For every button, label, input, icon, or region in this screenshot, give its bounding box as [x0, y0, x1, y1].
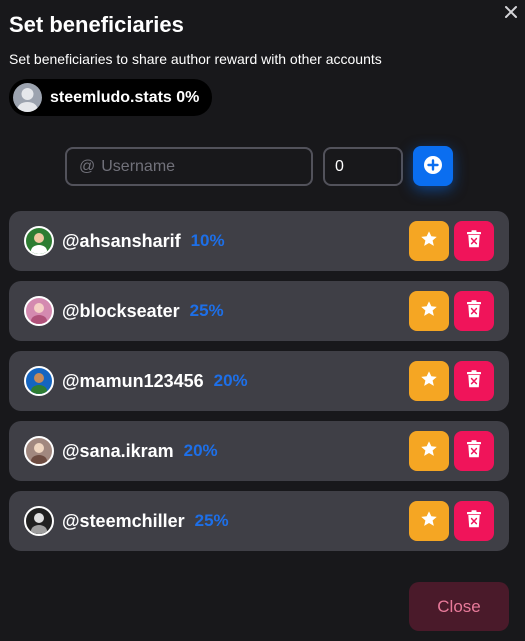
- beneficiaries-dialog: Set beneficiaries Set beneficiaries to s…: [0, 0, 525, 641]
- beneficiary-name: @sana.ikram: [62, 440, 174, 461]
- star-button[interactable]: [409, 431, 449, 471]
- avatar-icon: [24, 366, 54, 396]
- close-icon[interactable]: [503, 4, 519, 20]
- star-button[interactable]: [409, 221, 449, 261]
- star-button[interactable]: [409, 361, 449, 401]
- beneficiary-row: @steemchiller 25%: [9, 491, 509, 551]
- beneficiary-weight: 20%: [183, 441, 218, 460]
- trash-icon: [466, 299, 482, 323]
- beneficiary-list: @ahsansharif 10% @blockseater 25% @mamun…: [9, 211, 509, 561]
- beneficiary-weight: 25%: [194, 511, 229, 530]
- beneficiary-weight: 10%: [190, 231, 225, 250]
- star-icon: [420, 230, 438, 253]
- beneficiary-row: @ahsansharif 10%: [9, 211, 509, 271]
- beneficiary-weight: 25%: [189, 301, 224, 320]
- beneficiary-row: @sana.ikram 20%: [9, 421, 509, 481]
- delete-button[interactable]: [454, 501, 494, 541]
- delete-button[interactable]: [454, 291, 494, 331]
- beneficiary-name: @blockseater: [62, 300, 180, 321]
- star-button[interactable]: [409, 291, 449, 331]
- avatar-icon: [13, 83, 42, 112]
- star-icon: [420, 510, 438, 533]
- avatar-icon: [24, 506, 54, 536]
- star-icon: [420, 370, 438, 393]
- beneficiary-name: @steemchiller: [62, 510, 185, 531]
- author-label: steemludo.stats 0%: [50, 88, 200, 106]
- star-icon: [420, 300, 438, 323]
- dialog-subtitle: Set beneficiaries to share author reward…: [9, 51, 382, 67]
- delete-button[interactable]: [454, 431, 494, 471]
- delete-button[interactable]: [454, 221, 494, 261]
- at-symbol: @: [79, 157, 96, 175]
- trash-icon: [466, 229, 482, 253]
- avatar-icon: [24, 296, 54, 326]
- beneficiary-weight: 20%: [213, 371, 248, 390]
- avatar-icon: [24, 436, 54, 466]
- trash-icon: [466, 439, 482, 463]
- beneficiary-row: @mamun123456 20%: [9, 351, 509, 411]
- beneficiary-name: @mamun123456: [62, 370, 204, 391]
- beneficiary-name: @ahsansharif: [62, 230, 181, 251]
- star-button[interactable]: [409, 501, 449, 541]
- avatar-icon: [24, 226, 54, 256]
- delete-button[interactable]: [454, 361, 494, 401]
- weight-input[interactable]: [323, 147, 403, 186]
- beneficiary-row: @blockseater 25%: [9, 281, 509, 341]
- trash-icon: [466, 509, 482, 533]
- star-icon: [420, 440, 438, 463]
- dialog-title: Set beneficiaries: [9, 12, 184, 37]
- username-field[interactable]: @: [65, 147, 313, 186]
- username-input[interactable]: [101, 157, 292, 176]
- plus-circle-icon: [423, 155, 443, 178]
- trash-icon: [466, 369, 482, 393]
- close-button[interactable]: Close: [409, 582, 509, 631]
- add-beneficiary-button[interactable]: [413, 146, 453, 186]
- author-chip: steemludo.stats 0%: [9, 79, 212, 116]
